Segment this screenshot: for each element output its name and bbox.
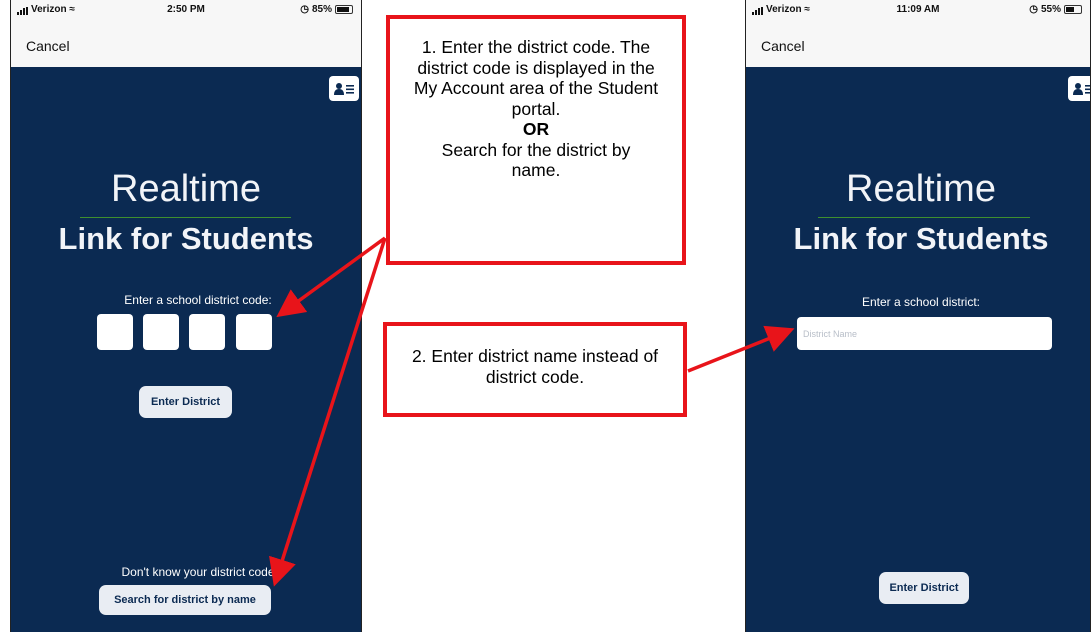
annotation-arrows	[269, 236, 795, 587]
arrow-to-code-input	[276, 236, 387, 318]
arrow-to-district-name	[687, 325, 795, 373]
arrow-to-search-button	[269, 237, 387, 587]
